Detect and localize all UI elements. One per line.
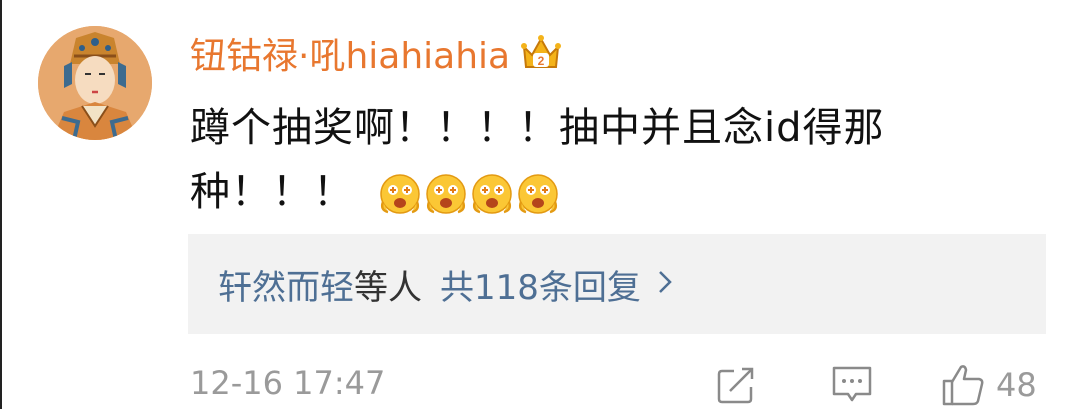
- chevron-right-icon: [657, 264, 673, 304]
- crown-badge-icon[interactable]: 2: [520, 33, 562, 73]
- reply-author-link[interactable]: 轩然而轻: [218, 260, 354, 309]
- thumbs-up-icon: [942, 365, 984, 406]
- excited-face-emoji-icon: [517, 174, 558, 214]
- excited-face-emoji-icon: [425, 174, 466, 214]
- excited-face-emoji-icon: [471, 174, 512, 214]
- user-avatar[interactable]: [38, 26, 152, 140]
- reply-count-link[interactable]: 共118条回复: [440, 260, 641, 309]
- emoji-group: [378, 172, 560, 216]
- replies-preview[interactable]: 轩然而轻 等人 共118条回复: [188, 234, 1046, 334]
- comment-text-line2: 种！！！: [190, 169, 354, 215]
- svg-text:2: 2: [538, 54, 545, 68]
- comment-bubble-icon: [832, 366, 872, 402]
- reply-suffix-text: 等人: [354, 267, 422, 308]
- avatar-portrait-icon: [38, 26, 152, 140]
- comment-text-line1: 蹲个抽奖啊！！！！抽中并且念id得那: [190, 105, 885, 151]
- like-button[interactable]: 48: [940, 362, 1037, 408]
- share-icon: [717, 367, 754, 404]
- username-link[interactable]: 钮钴禄·吼hiahiahia: [190, 27, 510, 79]
- window-edge: [0, 0, 2, 409]
- share-button[interactable]: [716, 362, 758, 408]
- comment-button[interactable]: [830, 362, 874, 408]
- comment-timestamp: 12-16 17:47: [190, 364, 386, 402]
- comment-text-line2-row: 种！！！: [190, 160, 990, 224]
- comment-body: 蹲个抽奖啊！！！！抽中并且念id得那 种！！！: [190, 96, 990, 224]
- username-row: 钮钴禄·吼hiahiahia 2: [190, 27, 562, 79]
- excited-face-emoji-icon: [379, 174, 420, 214]
- like-count: 48: [996, 366, 1037, 404]
